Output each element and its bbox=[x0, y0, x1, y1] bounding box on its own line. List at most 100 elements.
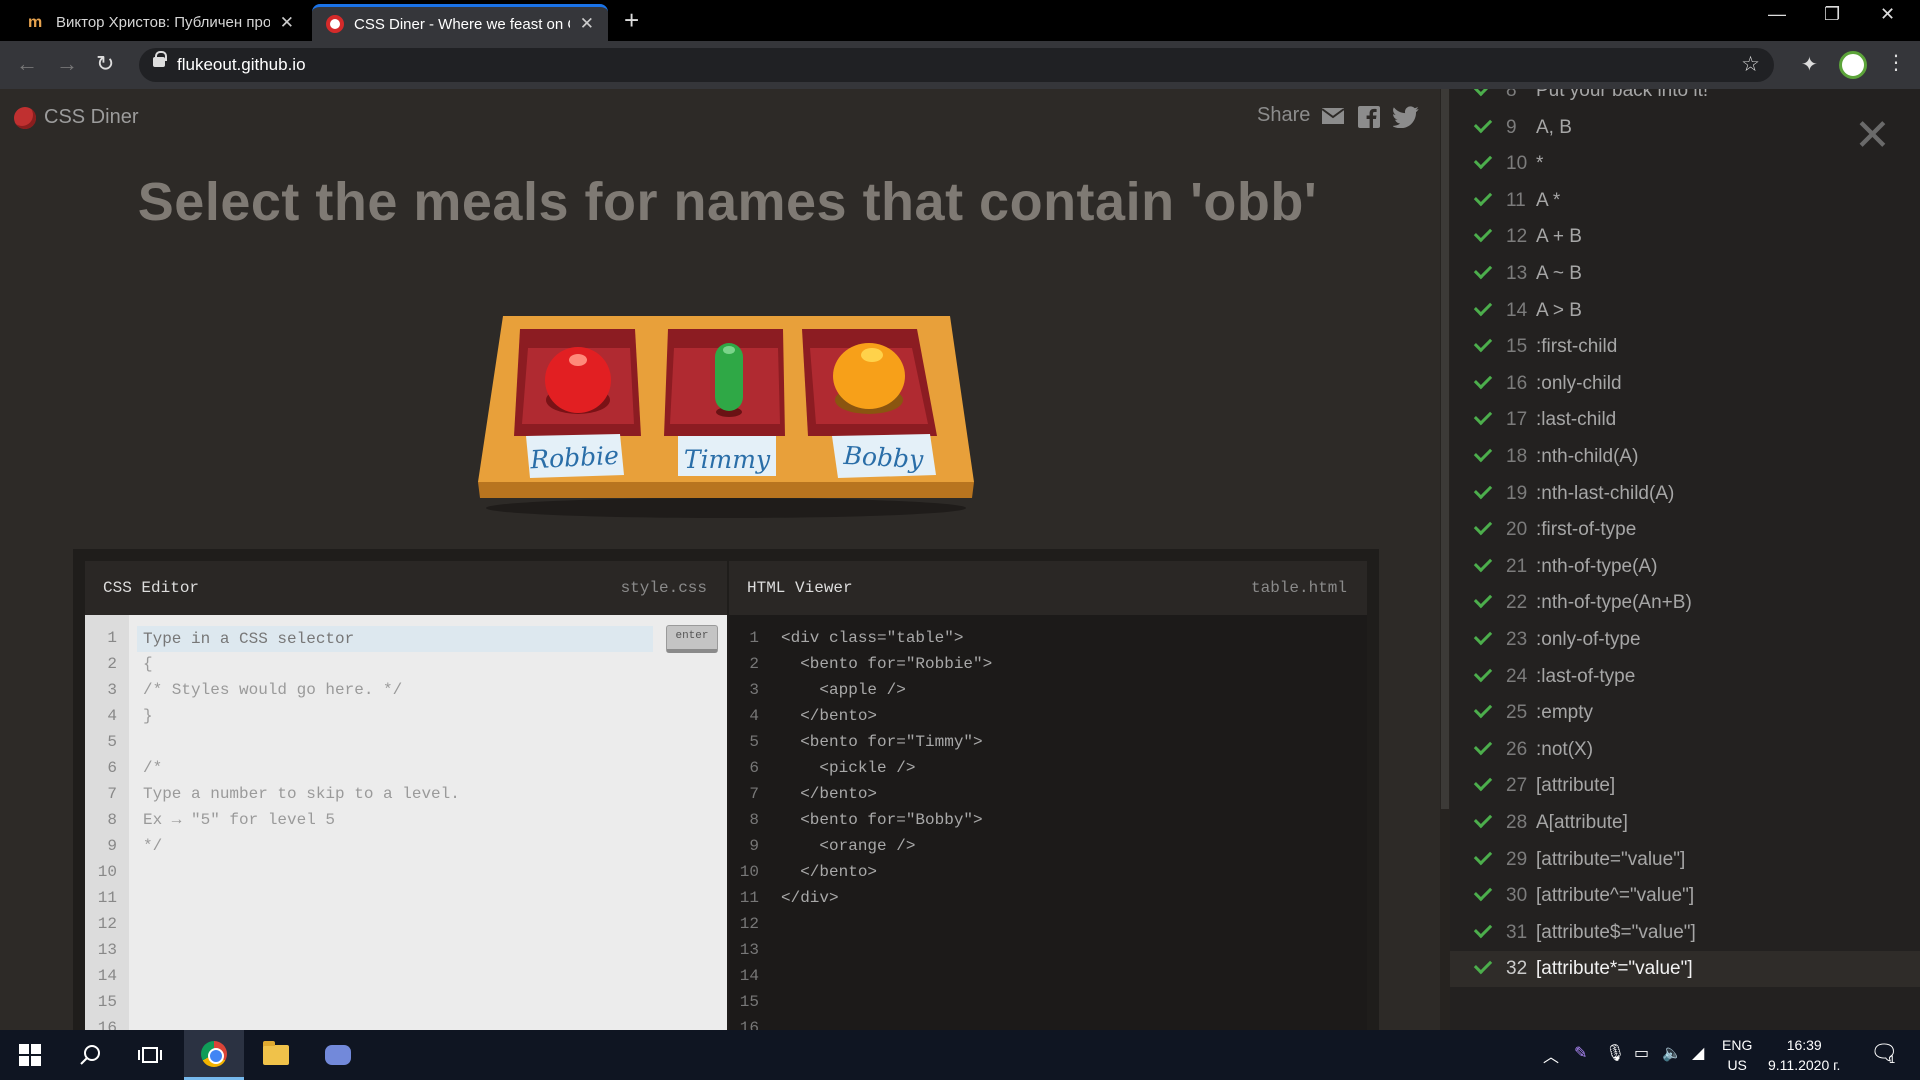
html-code-line[interactable]: </bento> bbox=[781, 863, 877, 881]
level-item-11[interactable]: 11 A * bbox=[1450, 183, 1920, 219]
level-item-9[interactable]: 9 A, B bbox=[1450, 110, 1920, 146]
checkmark-icon bbox=[1473, 150, 1493, 170]
html-viewer-body: 1 2 3 4 5 6 7 8 9 10 11 12 13 14 15 16 <div class="tabl… bbox=[729, 615, 1367, 1061]
level-item-24[interactable]: 24:last-of-type bbox=[1450, 659, 1920, 695]
volume-icon[interactable]: 🔈 bbox=[1662, 1043, 1682, 1063]
browser-tab-active[interactable]: CSS Diner - Where we feast on C ✕ bbox=[312, 4, 608, 41]
level-item-12[interactable]: 12 A + B bbox=[1450, 219, 1920, 255]
level-item-31[interactable]: 31 [attribute$="value"] bbox=[1450, 915, 1920, 951]
omnibox[interactable]: flukeout.github.io ☆ bbox=[139, 48, 1774, 82]
css-code-line: */ bbox=[143, 837, 163, 855]
browser-tab[interactable]: m Виктор Христов: Публичен про ✕ bbox=[14, 4, 308, 41]
level-number: 18 bbox=[1506, 446, 1528, 467]
orange-food[interactable] bbox=[833, 343, 905, 414]
level-item-20[interactable]: 20:first-of-type bbox=[1450, 512, 1920, 548]
level-item-32[interactable]: 32 [attribute*="value"] bbox=[1450, 951, 1920, 988]
site-logo[interactable]: CSS Diner bbox=[14, 106, 138, 129]
checkmark-icon bbox=[1473, 370, 1493, 389]
enter-button[interactable]: enter bbox=[666, 625, 718, 653]
level-item-8[interactable]: 8 Put your back into it! bbox=[1450, 89, 1920, 109]
level-item-18[interactable]: 18:nth-child(A) bbox=[1450, 439, 1920, 475]
close-tab-icon[interactable]: ✕ bbox=[280, 13, 294, 33]
css-line-number: 10 bbox=[97, 863, 117, 881]
level-number: 26 bbox=[1506, 738, 1528, 760]
reload-icon[interactable]: ↻ bbox=[96, 51, 114, 77]
scrollbar-thumb[interactable] bbox=[1441, 89, 1449, 809]
level-item-17[interactable]: 17:last-child bbox=[1450, 402, 1920, 438]
clock-time: 16:39 bbox=[1786, 1037, 1822, 1053]
css-code-line: /* bbox=[143, 759, 163, 777]
url-text: flukeout.github.io bbox=[177, 55, 306, 74]
bookmark-star-icon[interactable]: ☆ bbox=[1741, 52, 1760, 77]
level-item-28[interactable]: 28 A[attribute] bbox=[1450, 805, 1920, 841]
pickle-food[interactable] bbox=[715, 343, 743, 417]
level-item-13[interactable]: 13 A ~ B bbox=[1450, 256, 1920, 292]
checkmark-icon bbox=[1473, 553, 1493, 572]
html-code-line[interactable]: </bento> bbox=[781, 785, 877, 803]
start-button[interactable] bbox=[0, 1030, 60, 1080]
level-item-19[interactable]: 19:nth-last-child(A) bbox=[1450, 476, 1920, 512]
level-item-22[interactable]: 22:nth-of-type(An+B) bbox=[1450, 585, 1920, 621]
level-item-10[interactable]: 10 * bbox=[1450, 146, 1920, 182]
level-item-16[interactable]: 16:only-child bbox=[1450, 366, 1920, 402]
html-code-line[interactable]: <bento for="Timmy"> bbox=[781, 733, 982, 751]
level-item-15[interactable]: 15:first-child bbox=[1450, 329, 1920, 365]
html-code-line[interactable]: <apple /> bbox=[781, 681, 905, 699]
html-code-line[interactable]: <div class="table"> bbox=[781, 629, 963, 647]
close-tab-icon[interactable]: ✕ bbox=[580, 14, 594, 34]
level-item-29[interactable]: 29 [attribute="value"] bbox=[1450, 842, 1920, 878]
html-code-line[interactable]: </div> bbox=[781, 889, 839, 907]
css-line-number: 2 bbox=[107, 655, 117, 673]
level-name: :nth-of-type(A) bbox=[1536, 555, 1658, 577]
feather-tray-icon[interactable]: ✎ bbox=[1574, 1043, 1587, 1063]
restore-icon[interactable]: ❐ bbox=[1824, 4, 1840, 25]
new-tab-button[interactable]: + bbox=[624, 5, 639, 36]
html-code-line[interactable]: <bento for="Robbie"> bbox=[781, 655, 992, 673]
close-menu-icon[interactable]: ✕ bbox=[1854, 110, 1891, 161]
apple-food[interactable] bbox=[545, 347, 611, 414]
css-selector-input[interactable]: Type in a CSS selector bbox=[137, 626, 653, 652]
lock-icon[interactable] bbox=[153, 51, 167, 67]
page-scrollbar[interactable] bbox=[1440, 89, 1450, 1030]
checkmark-icon bbox=[1473, 919, 1493, 938]
checkmark-icon bbox=[1473, 626, 1493, 646]
chrome-taskbar-button[interactable] bbox=[184, 1030, 244, 1080]
html-code-line[interactable]: <pickle /> bbox=[781, 759, 915, 777]
css-editor-title: CSS Editor bbox=[103, 579, 200, 597]
html-code-line[interactable]: <orange /> bbox=[781, 837, 915, 855]
level-item-21[interactable]: 21:nth-of-type(A) bbox=[1450, 549, 1920, 585]
level-item-27[interactable]: 27 [attribute] bbox=[1450, 768, 1920, 804]
discord-button[interactable] bbox=[308, 1030, 368, 1080]
system-clock[interactable]: 16:39 9.11.2020 г. bbox=[1768, 1035, 1840, 1075]
html-code-line[interactable]: </bento> bbox=[781, 707, 877, 725]
task-view-icon[interactable] bbox=[120, 1030, 180, 1080]
level-item-25[interactable]: 25:empty bbox=[1450, 695, 1920, 731]
facebook-icon[interactable] bbox=[1357, 106, 1381, 128]
wifi-icon[interactable]: ◢ bbox=[1692, 1043, 1704, 1063]
search-icon[interactable] bbox=[60, 1030, 120, 1080]
file-explorer-button[interactable] bbox=[246, 1030, 306, 1080]
battery-icon[interactable]: ▭ bbox=[1634, 1043, 1649, 1063]
language-indicator[interactable]: ENG US bbox=[1722, 1035, 1752, 1075]
html-code-line[interactable]: <bento for="Bobby"> bbox=[781, 811, 982, 829]
forward-icon[interactable]: → bbox=[56, 51, 78, 77]
email-icon[interactable] bbox=[1321, 106, 1345, 128]
level-item-23[interactable]: 23:only-of-type bbox=[1450, 622, 1920, 658]
level-item-14[interactable]: 14 A > B bbox=[1450, 293, 1920, 329]
level-item-26[interactable]: 26:not(X) bbox=[1450, 732, 1920, 768]
minimize-icon[interactable]: — bbox=[1768, 4, 1786, 25]
extensions-icon[interactable]: ✦ bbox=[1801, 52, 1818, 77]
microphone-icon[interactable]: 🎙 bbox=[1605, 1043, 1625, 1063]
css-diner-page: CSS Diner Share Select the meals for nam… bbox=[0, 89, 1440, 1061]
close-window-icon[interactable]: ✕ bbox=[1880, 4, 1895, 25]
checkmark-icon bbox=[1473, 187, 1493, 206]
twitter-icon[interactable] bbox=[1392, 106, 1421, 129]
profile-avatar[interactable] bbox=[1839, 51, 1867, 79]
css-line-number: 12 bbox=[97, 915, 117, 933]
back-icon[interactable]: ← bbox=[16, 51, 38, 77]
level-item-30[interactable]: 30 [attribute^="value"] bbox=[1450, 878, 1920, 914]
show-hidden-icons[interactable]: ︿ bbox=[1543, 1043, 1559, 1067]
level-name: [attribute$="value"] bbox=[1536, 921, 1696, 943]
browser-menu-icon[interactable]: ⋮ bbox=[1886, 50, 1906, 75]
html-line-number: 10 bbox=[739, 863, 759, 881]
